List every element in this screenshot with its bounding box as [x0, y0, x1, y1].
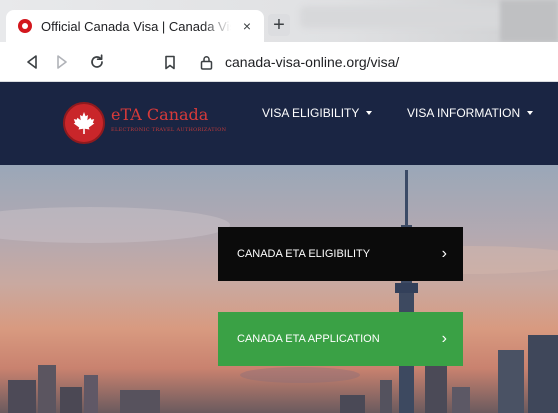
nav-visa-information[interactable]: VISA INFORMATION — [407, 106, 534, 120]
chevron-right-icon: › — [441, 245, 447, 262]
nav-visa-information-label: VISA INFORMATION — [407, 106, 521, 120]
back-button[interactable] — [21, 42, 43, 82]
blurred-window-corner — [500, 0, 558, 42]
eta-eligibility-button[interactable]: CANADA ETA ELIGIBILITY › — [218, 227, 463, 281]
active-tab[interactable]: Official Canada Visa | Canada Visa Onlin… — [6, 10, 264, 42]
address-lock[interactable] — [200, 42, 213, 82]
reload-button[interactable] — [86, 42, 108, 82]
canada-maple-favicon-icon — [18, 19, 32, 33]
blurred-background-tab — [300, 6, 510, 28]
toronto-skyline-image — [0, 170, 558, 413]
tab-title: Official Canada Visa | Canada Visa Onlin… — [41, 18, 231, 34]
maple-leaf-icon — [73, 112, 95, 134]
lock-icon — [200, 55, 213, 70]
browser-tab-strip: Official Canada Visa | Canada Visa Onlin… — [0, 0, 558, 42]
site-logo-subtitle: ELECTRONIC TRAVEL AUTHORIZATION — [111, 127, 227, 133]
site-navbar: eTA Canada ELECTRONIC TRAVEL AUTHORIZATI… — [0, 82, 558, 165]
chevron-right-icon: › — [441, 330, 447, 347]
site-logo-emblem[interactable] — [63, 102, 105, 144]
nav-visa-eligibility[interactable]: VISA ELIGIBILITY — [262, 106, 373, 120]
hero-section: CANADA ETA ELIGIBILITY › CANADA ETA APPL… — [0, 165, 558, 413]
eta-application-button[interactable]: CANADA ETA APPLICATION › — [218, 312, 463, 366]
tab-close-icon[interactable]: × — [238, 18, 256, 34]
bookmark-button[interactable] — [159, 42, 181, 82]
forward-button[interactable] — [51, 42, 73, 82]
reload-icon — [91, 54, 103, 68]
eta-application-label: CANADA ETA APPLICATION — [237, 333, 380, 345]
nav-visa-eligibility-label: VISA ELIGIBILITY — [262, 106, 360, 120]
address-bar-url[interactable]: canada-visa-online.org/visa/ — [225, 42, 399, 82]
forward-icon — [57, 55, 67, 69]
caret-down-icon — [366, 111, 373, 115]
eta-eligibility-label: CANADA ETA ELIGIBILITY — [237, 248, 371, 260]
site-logo-title[interactable]: eTA Canada — [111, 105, 208, 124]
browser-toolbar: canada-visa-online.org/visa/ — [0, 42, 558, 82]
caret-down-icon — [527, 111, 534, 115]
back-icon — [27, 55, 37, 69]
new-tab-button[interactable]: + — [268, 14, 290, 36]
bookmark-icon — [165, 55, 175, 69]
